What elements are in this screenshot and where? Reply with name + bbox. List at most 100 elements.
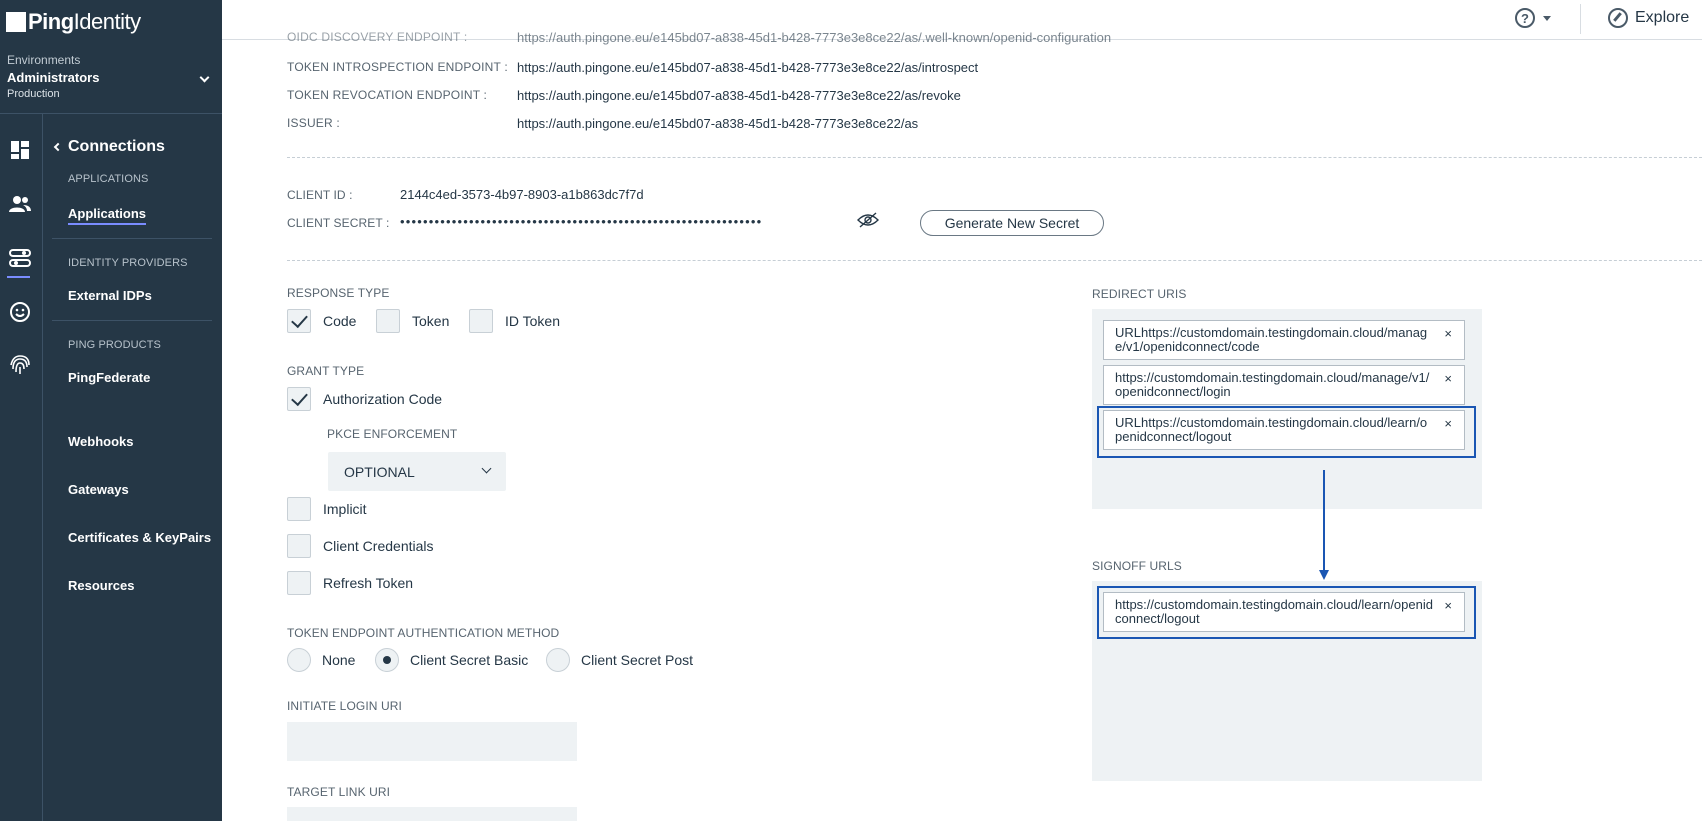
arrow-head-icon — [1319, 570, 1329, 580]
initiate-login-uri-label: INITIATE LOGIN URI — [287, 699, 402, 713]
help-icon[interactable]: ? — [1515, 8, 1535, 28]
help-menu[interactable]: ? — [1515, 8, 1551, 28]
highlight-box — [1097, 586, 1476, 639]
token-auth-method-label: TOKEN ENDPOINT AUTHENTICATION METHOD — [287, 626, 560, 640]
arrow-connector — [1323, 470, 1325, 572]
environment-type: Production — [7, 88, 60, 100]
users-icon[interactable] — [9, 193, 31, 215]
back-to-connections[interactable]: Connections — [52, 138, 165, 156]
logo-mark — [6, 12, 26, 32]
environment-label: Environments — [7, 53, 81, 67]
checkbox-authorization-code[interactable] — [287, 387, 311, 411]
client-secret-label: CLIENT SECRET : — [287, 216, 390, 230]
compass-icon — [1608, 8, 1628, 28]
caret-down-icon[interactable] — [1543, 15, 1551, 21]
sidebar-item-resources[interactable]: Resources — [68, 578, 134, 593]
endpoint-value[interactable]: https://auth.pingone.eu/e145bd07-a838-45… — [517, 88, 961, 103]
ping-identity-logo[interactable]: PingIdentity — [6, 9, 141, 35]
endpoint-row-revocation: TOKEN REVOCATION ENDPOINT : https://auth… — [287, 88, 961, 103]
nav-divider — [52, 320, 212, 321]
dashboard-icon[interactable] — [9, 139, 31, 161]
nav-section-applications: APPLICATIONS — [68, 173, 149, 185]
redirect-uris-label: REDIRECT URIS — [1092, 287, 1187, 301]
pkce-enforcement-label: PKCE ENFORCEMENT — [327, 427, 458, 441]
radio-label: None — [322, 652, 356, 668]
topbar-divider — [1580, 4, 1581, 34]
highlight-box — [1097, 406, 1476, 458]
connections-icon[interactable] — [9, 247, 31, 269]
checkbox-implicit[interactable] — [287, 497, 311, 521]
rail-active-indicator — [7, 276, 30, 278]
chevron-down-icon — [481, 463, 492, 474]
sidebar-item-webhooks[interactable]: Webhooks — [68, 434, 134, 449]
radio-client-secret-post[interactable] — [546, 648, 570, 672]
nav-back-label: Connections — [68, 138, 165, 155]
pkce-enforcement-select[interactable]: OPTIONAL — [328, 452, 506, 491]
client-secret-value[interactable]: ••••••••••••••••••••••••••••••••••••••••… — [400, 214, 762, 229]
fingerprint-icon[interactable] — [9, 355, 31, 377]
nav-divider — [52, 238, 212, 239]
endpoint-row-introspection: TOKEN INTROSPECTION ENDPOINT : https://a… — [287, 60, 978, 75]
checkbox-label: Refresh Token — [323, 575, 414, 591]
checkbox-label: Implicit — [323, 501, 367, 517]
section-divider — [287, 157, 1702, 158]
endpoint-label: OIDC DISCOVERY ENDPOINT : — [287, 30, 468, 44]
eye-off-icon[interactable] — [857, 212, 879, 228]
pkce-selected-value: OPTIONAL — [344, 464, 415, 480]
checkbox-response-id-token[interactable] — [469, 309, 493, 333]
sidebar-item-applications[interactable]: Applications — [68, 206, 147, 225]
redirect-uri-text: URLhttps://customdomain.testingdomain.cl… — [1115, 325, 1428, 354]
environment-selector[interactable]: Environments Administrators Production — [0, 44, 222, 114]
main-content: OIDC DISCOVERY ENDPOINT : https://auth.p… — [222, 30, 1702, 821]
generate-new-secret-button[interactable]: Generate New Secret — [920, 210, 1104, 236]
target-link-uri-label: TARGET LINK URI — [287, 785, 391, 799]
radio-none[interactable] — [287, 648, 311, 672]
redirect-uri-chip[interactable]: https://customdomain.testingdomain.cloud… — [1103, 365, 1465, 405]
target-link-uri-input[interactable] — [287, 807, 577, 821]
response-type-label: RESPONSE TYPE — [287, 286, 390, 300]
checkbox-response-code[interactable] — [287, 309, 311, 333]
endpoint-row-oidc-discovery: OIDC DISCOVERY ENDPOINT : https://auth.p… — [287, 30, 1111, 45]
endpoint-label: TOKEN REVOCATION ENDPOINT : — [287, 88, 488, 102]
checkbox-response-token[interactable] — [376, 309, 400, 333]
icon-rail — [0, 114, 43, 821]
nav-section-identity-providers: IDENTITY PROVIDERS — [68, 257, 188, 269]
checkbox-client-credentials[interactable] — [287, 534, 311, 558]
experiences-icon[interactable] — [9, 301, 31, 323]
redirect-uri-chip[interactable]: URLhttps://customdomain.testingdomain.cl… — [1103, 320, 1465, 360]
sidebar-item-pingfederate[interactable]: PingFederate — [68, 370, 150, 385]
radio-label: Client Secret Post — [581, 652, 694, 668]
explore-label: Explore — [1635, 9, 1690, 26]
checkbox-label: Authorization Code — [323, 391, 443, 407]
chevron-left-icon — [53, 142, 63, 152]
nav-section-ping-products: PING PRODUCTS — [68, 339, 161, 351]
sidebar-item-gateways[interactable]: Gateways — [68, 482, 129, 497]
remove-icon[interactable]: × — [1444, 372, 1452, 386]
environment-name: Administrators — [7, 70, 100, 85]
client-id-value[interactable]: 2144c4ed-3573-4b97-8903-a1b863dc7f7d — [400, 187, 644, 202]
checkbox-label: Code — [323, 313, 357, 329]
sidebar: PingIdentity Environments Administrators… — [0, 0, 222, 821]
sidebar-item-certificates[interactable]: Certificates & KeyPairs — [68, 530, 211, 545]
initiate-login-uri-input[interactable] — [287, 722, 577, 761]
section-divider — [287, 260, 1702, 261]
logo-text: PingIdentity — [28, 9, 141, 34]
grant-type-label: GRANT TYPE — [287, 364, 365, 378]
checkbox-label: Token — [412, 313, 450, 329]
endpoint-label: ISSUER : — [287, 116, 340, 130]
client-id-label: CLIENT ID : — [287, 188, 353, 202]
radio-label: Client Secret Basic — [410, 652, 529, 668]
checkbox-refresh-token[interactable] — [287, 571, 311, 595]
checkbox-label: Client Credentials — [323, 538, 434, 554]
endpoint-value[interactable]: https://auth.pingone.eu/e145bd07-a838-45… — [517, 60, 978, 75]
explore-button[interactable]: Explore — [1608, 8, 1689, 28]
endpoint-row-issuer: ISSUER : https://auth.pingone.eu/e145bd0… — [287, 116, 918, 131]
checkbox-label: ID Token — [505, 313, 560, 329]
endpoint-value[interactable]: https://auth.pingone.eu/e145bd07-a838-45… — [517, 30, 1111, 45]
endpoint-label: TOKEN INTROSPECTION ENDPOINT : — [287, 60, 508, 74]
radio-client-secret-basic[interactable] — [375, 648, 399, 672]
sidebar-item-external-idps[interactable]: External IDPs — [68, 288, 152, 303]
remove-icon[interactable]: × — [1444, 327, 1452, 341]
signoff-urls-label: SIGNOFF URLS — [1092, 559, 1182, 573]
endpoint-value[interactable]: https://auth.pingone.eu/e145bd07-a838-45… — [517, 116, 918, 131]
